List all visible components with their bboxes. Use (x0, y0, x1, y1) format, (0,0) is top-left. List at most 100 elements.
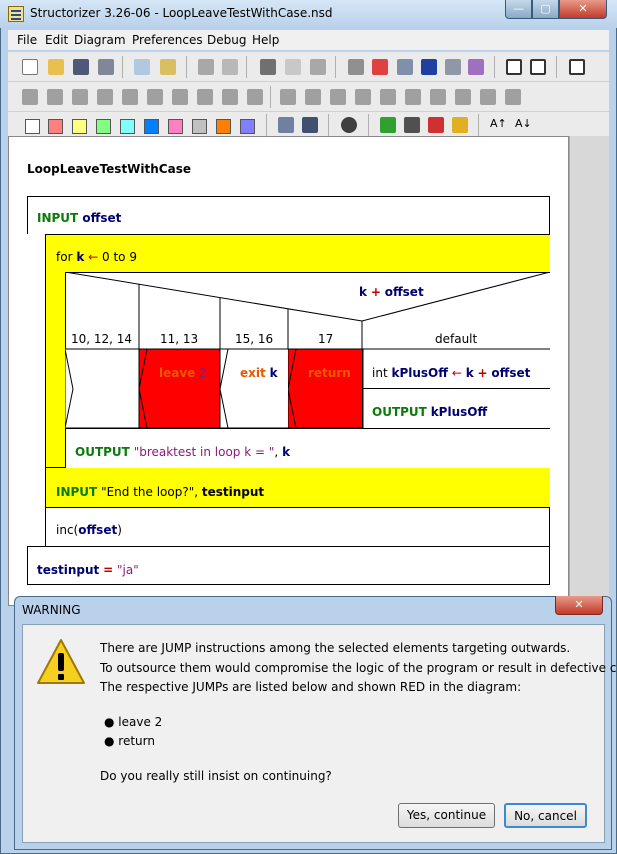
input-var-2: testinput (201, 485, 265, 499)
stop-icon[interactable] (428, 117, 444, 133)
output-breaktest-element[interactable]: OUTPUT "breaktest in loop k = ", k (75, 445, 290, 459)
add-forever-after-icon[interactable] (430, 89, 446, 105)
toolbar-elements (8, 81, 609, 111)
save-as-icon[interactable] (98, 59, 114, 75)
output-var-1: kPlusOff (430, 405, 488, 419)
arrange-icon[interactable] (569, 59, 585, 75)
empty-branch[interactable] (65, 349, 140, 429)
font-down-icon[interactable]: A↓ (515, 117, 532, 133)
case-header-shape[interactable] (65, 272, 550, 350)
add-jump-before-icon[interactable] (222, 89, 238, 105)
menu-edit[interactable]: Edit (45, 33, 68, 47)
add-jump-after-icon[interactable] (480, 89, 496, 105)
color-yellow-swatch[interactable] (72, 119, 87, 134)
paste-icon[interactable] (310, 59, 326, 75)
add-parallel-after-icon[interactable] (505, 89, 521, 105)
color-white-swatch[interactable] (25, 119, 40, 134)
open-folder-icon[interactable] (48, 59, 64, 75)
add-call-after-icon[interactable] (455, 89, 471, 105)
save-icon[interactable] (73, 59, 89, 75)
minimize-button[interactable]: — (505, 0, 532, 19)
eye-icon[interactable] (341, 117, 357, 133)
warning-icon (37, 639, 85, 684)
add-instruction-before-icon[interactable] (22, 89, 38, 105)
menu-diagram[interactable]: Diagram (74, 33, 126, 47)
copy-icon[interactable] (285, 59, 301, 75)
case-label-2: 11, 13 (160, 332, 199, 346)
exit-var: k (269, 366, 278, 380)
assign-type: int (372, 366, 388, 380)
redo-icon[interactable] (222, 59, 238, 75)
analyser-icon[interactable] (302, 117, 318, 133)
undo-icon[interactable] (198, 59, 214, 75)
outsource-icon[interactable] (468, 59, 484, 75)
add-case-before-icon[interactable] (72, 89, 88, 105)
add-case-after-icon[interactable] (330, 89, 346, 105)
color-green-swatch[interactable] (96, 119, 111, 134)
add-call-before-icon[interactable] (197, 89, 213, 105)
color-violet-swatch[interactable] (240, 119, 255, 134)
assign-op: + (477, 366, 488, 380)
dialog-question: Do you really still insist on continuing… (100, 769, 332, 783)
exit-keyword: exit (240, 366, 266, 380)
for-arrow: ← (88, 250, 99, 264)
add-alternative-after-icon[interactable] (305, 89, 321, 105)
expand-icon[interactable] (530, 59, 546, 75)
color-cyan-swatch[interactable] (120, 119, 135, 134)
new-file-icon[interactable] (22, 59, 38, 75)
add-for-before-icon[interactable] (97, 89, 113, 105)
add-forever-before-icon[interactable] (172, 89, 188, 105)
font-up-icon[interactable]: A↑ (490, 117, 507, 133)
color-pink-swatch[interactable] (168, 119, 183, 134)
add-repeat-before-icon[interactable] (147, 89, 163, 105)
add-alternative-before-icon[interactable] (47, 89, 63, 105)
menu-preferences[interactable]: Preferences (132, 33, 203, 47)
color-blue-swatch[interactable] (144, 119, 159, 134)
switch-text-icon[interactable] (452, 117, 468, 133)
maximize-button[interactable]: ▢ (532, 0, 559, 19)
leave-jump-label: leave 2 (159, 366, 207, 380)
input-offset-element[interactable]: INPUT offset (37, 211, 121, 225)
no-cancel-button[interactable]: No, cancel (504, 803, 587, 828)
cut-icon[interactable] (260, 59, 276, 75)
color-orange-swatch[interactable] (216, 119, 231, 134)
add-instruction-after-icon[interactable] (280, 89, 296, 105)
collapse-icon[interactable] (506, 59, 522, 75)
debug-bug-icon[interactable] (380, 117, 396, 133)
dialog-close-button[interactable]: ✕ (555, 596, 603, 615)
move-down-icon[interactable] (421, 59, 437, 75)
move-up-icon[interactable] (397, 59, 413, 75)
delete-element-icon[interactable] (372, 59, 388, 75)
exit-jump-element[interactable] (220, 349, 290, 429)
menu-help[interactable]: Help (252, 33, 279, 47)
color-gray-swatch[interactable] (192, 119, 207, 134)
vertical-scrollbar[interactable] (569, 136, 609, 606)
add-while-before-icon[interactable] (122, 89, 138, 105)
add-for-after-icon[interactable] (355, 89, 371, 105)
yes-continue-button[interactable]: Yes, continue (398, 803, 495, 828)
transmute-icon[interactable] (445, 59, 461, 75)
color-red-swatch[interactable] (48, 119, 63, 134)
menu-file[interactable]: File (17, 33, 37, 47)
testinput-var: testinput (37, 563, 100, 577)
add-while-after-icon[interactable] (380, 89, 396, 105)
input-keyword: INPUT (37, 211, 79, 225)
repeat-loop-left-bar[interactable] (27, 234, 46, 546)
inc-offset-element[interactable]: inc(offset) (56, 523, 122, 537)
add-repeat-after-icon[interactable] (405, 89, 421, 105)
export-picture-icon[interactable] (160, 59, 176, 75)
print-icon[interactable] (134, 59, 150, 75)
turtle-icon[interactable] (404, 117, 420, 133)
return-jump-element[interactable] (288, 349, 364, 429)
menu-debug[interactable]: Debug (207, 33, 246, 47)
add-parallel-before-icon[interactable] (247, 89, 263, 105)
leave-jump-element[interactable] (139, 349, 221, 429)
output-var-2: k (282, 445, 291, 459)
testinput-assign-element[interactable]: testinput = "ja" (37, 563, 139, 577)
edit-element-icon[interactable] (348, 59, 364, 75)
close-button[interactable]: ✕ (559, 0, 607, 19)
for-var: k (76, 250, 85, 264)
structure-preferences-icon[interactable] (278, 117, 294, 133)
for-range: 0 to 9 (102, 250, 137, 264)
for-loop-header: for k ← 0 to 9 (56, 250, 137, 264)
